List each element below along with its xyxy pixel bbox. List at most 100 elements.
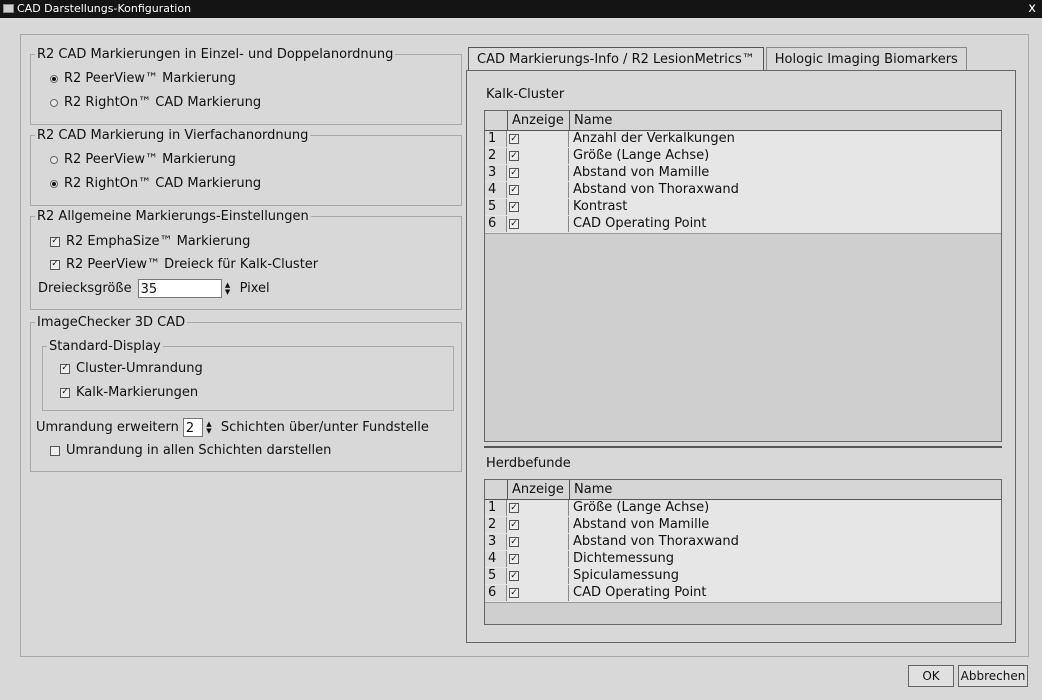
- checkbox-label: Umrandung in allen Schichten darstellen: [66, 443, 332, 458]
- column-header-display[interactable]: Anzeige: [507, 111, 569, 130]
- ok-button[interactable]: OK: [908, 665, 954, 687]
- row-number: 3: [485, 165, 507, 181]
- herdbefunde-title: Herdbefunde: [486, 456, 571, 471]
- grid-header: Anzeige Name: [485, 480, 1001, 500]
- row-number: 2: [485, 517, 507, 533]
- outline-extend-label: Umrandung erweitern: [36, 420, 179, 435]
- table-row[interactable]: 6 ✓ CAD Operating Point: [485, 585, 1001, 603]
- radio-indicator[interactable]: [50, 179, 58, 188]
- radio-righton-single[interactable]: R2 RightOn™ CAD Markierung: [50, 95, 261, 110]
- cancel-button[interactable]: Abbrechen: [958, 665, 1028, 687]
- checkbox-box[interactable]: ✓: [50, 259, 60, 270]
- row-name: Dichtemessung: [573, 551, 675, 566]
- radio-indicator[interactable]: [50, 74, 58, 83]
- triangle-size-spinner[interactable]: ▲ ▼: [222, 279, 234, 298]
- row-checkbox[interactable]: ✓: [509, 134, 519, 144]
- outline-extend-spinner[interactable]: ▲ ▼: [203, 418, 215, 437]
- herdbefunde-grid: Anzeige Name 1 ✓ Größe (Lange Achse) 2 ✓ Abs…: [484, 479, 1002, 625]
- radio-indicator[interactable]: [50, 155, 58, 164]
- table-row[interactable]: 2 ✓ Größe (Lange Achse): [485, 148, 1001, 166]
- table-row[interactable]: 5 ✓ Kontrast: [485, 199, 1001, 217]
- checkbox-emphasize[interactable]: ✓ R2 EmphaSize™ Markierung: [50, 234, 250, 249]
- checkbox-all-layers[interactable]: Umrandung in allen Schichten darstellen: [50, 443, 331, 458]
- group-quad-legend: R2 CAD Markierung in Vierfachanordnung: [37, 128, 309, 143]
- checkbox-cluster-outline[interactable]: ✓ Cluster-Umrandung: [60, 361, 203, 376]
- column-header-name[interactable]: Name: [569, 480, 1001, 499]
- radio-label: R2 RightOn™ CAD Markierung: [64, 95, 262, 110]
- group-imagechecker-legend: ImageChecker 3D CAD: [37, 315, 186, 330]
- row-checkbox[interactable]: ✓: [509, 537, 519, 547]
- radio-peerview-single[interactable]: R2 PeerView™ Markierung: [50, 71, 236, 86]
- row-name: Anzahl der Verkalkungen: [573, 131, 735, 146]
- column-header-name[interactable]: Name: [569, 111, 1001, 130]
- kalk-cluster-grid: Anzeige Name 1 ✓ Anzahl der Verkalkungen 2…: [484, 110, 1002, 442]
- panel-splitter[interactable]: [484, 446, 1002, 448]
- checkbox-label: Kalk-Markierungen: [76, 385, 199, 400]
- close-icon[interactable]: x: [1028, 0, 1036, 18]
- group-single-double-layout: R2 CAD Markierungen in Einzel- und Doppe…: [30, 47, 462, 125]
- table-row[interactable]: 4 ✓ Dichtemessung: [485, 551, 1001, 569]
- triangle-size-unit: Pixel: [239, 281, 270, 296]
- row-checkbox[interactable]: ✓: [509, 168, 519, 178]
- grid-header: Anzeige Name: [485, 111, 1001, 131]
- row-checkbox[interactable]: ✓: [509, 151, 519, 161]
- standard-display-legend: Standard-Display: [49, 339, 161, 354]
- table-row[interactable]: 4 ✓ Abstand von Thoraxwand: [485, 182, 1001, 200]
- checkbox-peerview-triangle[interactable]: ✓ R2 PeerView™ Dreieck für Kalk-Cluster: [50, 257, 318, 272]
- column-header-display[interactable]: Anzeige: [507, 480, 569, 499]
- row-checkbox[interactable]: ✓: [509, 520, 519, 530]
- radio-label: R2 PeerView™ Markierung: [64, 71, 236, 86]
- tab-bar: CAD Markierungs-Info / R2 LesionMetrics™…: [468, 47, 969, 71]
- table-row[interactable]: 3 ✓ Abstand von Thoraxwand: [485, 534, 1001, 552]
- row-name: Abstand von Thoraxwand: [573, 182, 739, 197]
- triangle-size-input[interactable]: 35: [137, 279, 222, 298]
- radio-label: R2 RightOn™ CAD Markierung: [64, 176, 262, 191]
- window-title: CAD Darstellungs-Konfiguration: [17, 2, 192, 15]
- row-number: 3: [485, 534, 507, 550]
- row-checkbox[interactable]: ✓: [509, 185, 519, 195]
- checkbox-box[interactable]: [50, 445, 60, 456]
- table-row[interactable]: 1 ✓ Größe (Lange Achse): [485, 500, 1001, 518]
- kalk-cluster-title: Kalk-Cluster: [486, 87, 565, 102]
- checkbox-box[interactable]: ✓: [60, 387, 70, 398]
- row-number: 4: [485, 182, 507, 198]
- row-number: 5: [485, 568, 507, 584]
- row-name: Abstand von Mamille: [573, 165, 710, 180]
- outline-extend-row: Umrandung erweitern 2 ▲ ▼ Schichten über/…: [36, 418, 429, 437]
- table-row[interactable]: 3 ✓ Abstand von Mamille: [485, 165, 1001, 183]
- row-checkbox[interactable]: ✓: [509, 503, 519, 513]
- radio-peerview-quad[interactable]: R2 PeerView™ Markierung: [50, 152, 236, 167]
- spin-down-icon[interactable]: ▼: [225, 288, 230, 296]
- row-checkbox[interactable]: ✓: [509, 571, 519, 581]
- table-row[interactable]: 1 ✓ Anzahl der Verkalkungen: [485, 131, 1001, 149]
- checkbox-calc-marks[interactable]: ✓ Kalk-Markierungen: [60, 385, 198, 400]
- checkbox-label: R2 PeerView™ Dreieck für Kalk-Cluster: [66, 257, 319, 272]
- outline-extend-suffix: Schichten über/unter Fundstelle: [220, 420, 429, 435]
- tab-cad-info[interactable]: CAD Markierungs-Info / R2 LesionMetrics™: [468, 47, 764, 71]
- row-name: Abstand von Mamille: [573, 517, 710, 532]
- row-checkbox[interactable]: ✓: [509, 219, 519, 229]
- tab-biomarkers[interactable]: Hologic Imaging Biomarkers: [765, 47, 967, 71]
- group-single-double-legend: R2 CAD Markierungen in Einzel- und Doppe…: [37, 47, 394, 62]
- table-row[interactable]: 6 ✓ CAD Operating Point: [485, 216, 1001, 234]
- row-number: 4: [485, 551, 507, 567]
- spin-down-icon[interactable]: ▼: [206, 427, 211, 435]
- checkbox-box[interactable]: ✓: [60, 363, 70, 374]
- outline-extend-input[interactable]: 2: [182, 418, 203, 437]
- row-checkbox[interactable]: ✓: [509, 202, 519, 212]
- table-row[interactable]: 5 ✓ Spiculamessung: [485, 568, 1001, 586]
- row-name: CAD Operating Point: [573, 585, 707, 600]
- triangle-size-row: Dreiecksgröße 35 ▲ ▼ Pixel: [38, 279, 270, 298]
- radio-righton-quad[interactable]: R2 RightOn™ CAD Markierung: [50, 176, 261, 191]
- row-number: 6: [485, 585, 507, 601]
- row-number: 1: [485, 131, 507, 147]
- row-number: 1: [485, 500, 507, 516]
- radio-indicator[interactable]: [50, 98, 58, 107]
- table-row[interactable]: 2 ✓ Abstand von Mamille: [485, 517, 1001, 535]
- row-name: Größe (Lange Achse): [573, 500, 710, 515]
- row-checkbox[interactable]: ✓: [509, 588, 519, 598]
- row-name: Kontrast: [573, 199, 628, 214]
- row-checkbox[interactable]: ✓: [509, 554, 519, 564]
- checkbox-box[interactable]: ✓: [50, 236, 60, 247]
- app-icon: [3, 4, 14, 13]
